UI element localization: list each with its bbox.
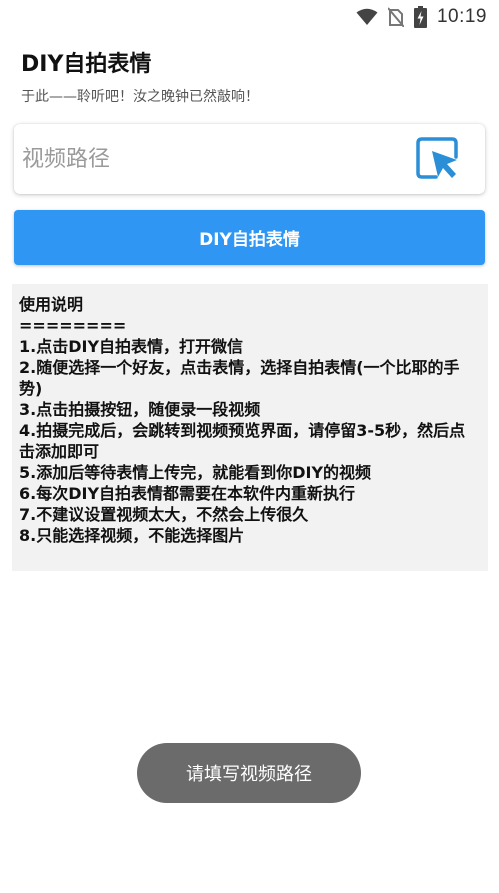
- status-time: 10:19: [436, 6, 487, 27]
- instruction-line: 5.添加后等待表情上传完，就能看到你DIY的视频: [19, 463, 372, 482]
- no-sim-icon: [387, 7, 404, 27]
- diy-selfie-sticker-button[interactable]: DIY自拍表情: [14, 210, 485, 265]
- instruction-line: 8.只能选择视频，不能选择图片: [19, 526, 245, 545]
- instruction-line: 6.每次DIY自拍表情都需要在本软件内重新执行: [19, 484, 356, 503]
- video-path-card: [14, 124, 485, 194]
- toast-message: 请填写视频路径: [137, 743, 361, 803]
- instructions-title: 使用说明: [19, 295, 84, 314]
- wifi-icon: [356, 8, 378, 26]
- status-bar: 10:19: [0, 0, 499, 34]
- instruction-line: 4.拍摄完成后，会跳转到视频预览界面，请停留3-5秒，然后点击添加即可: [19, 421, 466, 461]
- instruction-line: 7.不建议设置视频太大，不然会上传很久: [19, 505, 309, 524]
- instructions-panel: 使用说明 ======== 1.点击DIY自拍表情，打开微信 2.随便选择一个好…: [12, 284, 488, 571]
- video-path-input[interactable]: [14, 124, 413, 194]
- instruction-line: 2.随便选择一个好友，点击表情，选择自拍表情(一个比耶的手势): [19, 358, 460, 398]
- battery-charging-icon: [413, 6, 427, 28]
- instruction-line: 3.点击拍摄按钮，随便录一段视频: [19, 400, 261, 419]
- app-screen: 10:19 DIY自拍表情 于此——聆听吧！汝之晚钟已然敲响！ DIY自拍表情 …: [0, 0, 499, 893]
- app-subtitle: 于此——聆听吧！汝之晚钟已然敲响！: [21, 89, 259, 105]
- instructions-separator: ========: [19, 316, 127, 335]
- app-title: DIY自拍表情: [21, 52, 152, 77]
- instruction-line: 1.点击DIY自拍表情，打开微信: [19, 337, 244, 356]
- cursor-select-icon[interactable]: [413, 134, 463, 184]
